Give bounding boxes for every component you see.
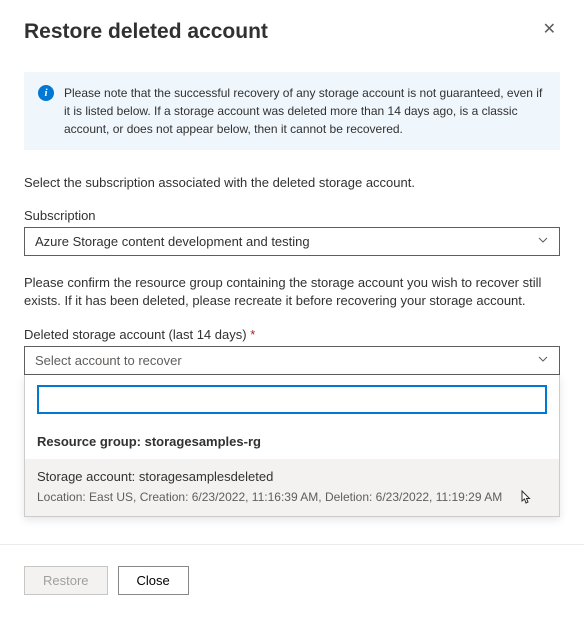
deleted-account-dropdown: Resource group: storagesamples-rg Storag… (24, 375, 560, 517)
cursor-icon (517, 489, 533, 510)
footer-divider (0, 544, 584, 545)
chevron-down-icon (537, 234, 549, 249)
page-title: Restore deleted account (24, 20, 268, 44)
dropdown-option-title: Storage account: storagesamplesdeleted (37, 469, 547, 484)
dropdown-option-details: Location: East US, Creation: 6/23/2022, … (37, 490, 547, 504)
deleted-account-select[interactable]: Select account to recover (24, 346, 560, 375)
restore-button: Restore (24, 566, 108, 595)
dropdown-search-input[interactable] (37, 385, 547, 414)
dropdown-group-header: Resource group: storagesamples-rg (25, 424, 559, 459)
info-text: Please note that the successful recovery… (64, 84, 546, 138)
deleted-account-label: Deleted storage account (last 14 days) * (24, 327, 560, 342)
resource-group-instruction: Please confirm the resource group contai… (24, 274, 560, 310)
info-icon: i (38, 85, 54, 101)
dropdown-option[interactable]: Storage account: storagesamplesdeleted L… (25, 459, 559, 516)
close-button[interactable]: Close (118, 566, 189, 595)
required-indicator: * (250, 327, 255, 342)
chevron-down-icon (537, 353, 549, 368)
subscription-select[interactable]: Azure Storage content development and te… (24, 227, 560, 256)
deleted-account-placeholder: Select account to recover (35, 353, 182, 368)
close-icon[interactable]: ✕ (539, 20, 560, 40)
subscription-instruction: Select the subscription associated with … (24, 174, 560, 192)
info-banner: i Please note that the successful recove… (24, 72, 560, 150)
subscription-label: Subscription (24, 208, 560, 223)
subscription-value: Azure Storage content development and te… (35, 234, 310, 249)
